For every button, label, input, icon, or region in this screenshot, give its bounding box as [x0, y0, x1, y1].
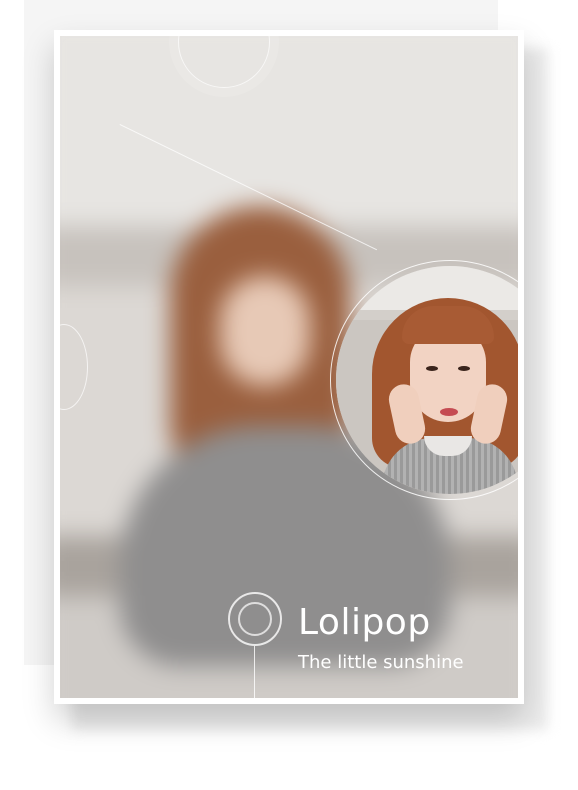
- vertical-line: [254, 646, 255, 698]
- portrait-lips: [440, 408, 458, 416]
- poster-subtitle: The little sunshine: [298, 652, 464, 673]
- bg-figure-face: [220, 276, 310, 386]
- portrait-circle: [336, 266, 518, 494]
- portrait-eye-left: [426, 366, 438, 371]
- portrait-eye-right: [458, 366, 470, 371]
- background-photo: Lolipop The little sunshine: [60, 36, 518, 698]
- poster-card: Lolipop The little sunshine: [54, 30, 524, 704]
- decorative-ring-bottom-inner: [238, 602, 272, 636]
- poster-title: Lolipop: [298, 602, 431, 643]
- portrait-bangs: [402, 306, 494, 344]
